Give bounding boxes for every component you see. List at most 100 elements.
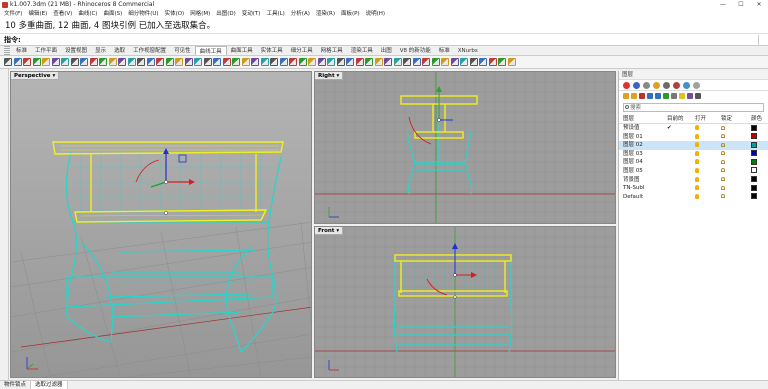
cap-icon[interactable]	[241, 58, 250, 66]
menu-edit[interactable]: 编辑(E)	[28, 10, 47, 19]
padlock-icon[interactable]	[721, 177, 725, 182]
menu-tools[interactable]: 工具(L)	[266, 10, 284, 19]
layer-row[interactable]: Default	[619, 193, 768, 202]
layer-current-check[interactable]	[663, 141, 691, 150]
patch-icon[interactable]	[194, 58, 202, 66]
layer-lock-cell[interactable]	[717, 167, 747, 176]
toolbar-tab-4[interactable]: 选取	[110, 46, 129, 55]
color-swatch[interactable]	[751, 158, 757, 165]
menu-curve[interactable]: 曲线(C)	[78, 10, 97, 19]
move-up-icon[interactable]	[647, 93, 653, 99]
osnap-tab[interactable]: 物件锁点	[0, 381, 32, 389]
select-icon[interactable]	[469, 58, 478, 66]
help-icon[interactable]	[653, 81, 660, 89]
layer-lock-cell[interactable]	[717, 158, 747, 167]
viewport-right[interactable]: Right ▾	[314, 71, 616, 224]
delete-layer-icon[interactable]	[639, 93, 645, 99]
snap-icon[interactable]	[355, 58, 364, 66]
menu-mesh[interactable]: 网格(M)	[190, 10, 210, 19]
lightbulb-icon[interactable]	[695, 167, 699, 173]
lightbulb-icon[interactable]	[695, 185, 699, 191]
layers-icon[interactable]	[633, 81, 640, 89]
planar-icon[interactable]	[384, 58, 392, 66]
col-color[interactable]: 颜色	[747, 115, 768, 124]
osnap-icon[interactable]	[393, 58, 402, 66]
toolbar-tab-8[interactable]: 曲面工具	[227, 46, 257, 55]
layer-search-input[interactable]: 搜索	[623, 103, 764, 112]
padlock-icon[interactable]	[721, 151, 725, 156]
menu-render[interactable]: 渲染(R)	[316, 10, 335, 19]
dimension-icon[interactable]	[289, 58, 297, 66]
minimize-button[interactable]: —	[714, 0, 732, 10]
layer-color-cell[interactable]	[747, 141, 768, 150]
fillet-icon[interactable]	[61, 58, 69, 66]
layout-icon[interactable]	[298, 58, 307, 66]
fillet-edge-icon[interactable]	[251, 58, 259, 66]
arc-icon[interactable]	[42, 58, 50, 66]
toolbar-tab-5[interactable]: 工作视窗配置	[129, 46, 170, 55]
lightbulb-icon[interactable]	[695, 193, 699, 199]
menu-view[interactable]: 查看(V)	[53, 10, 72, 19]
padlock-icon[interactable]	[721, 159, 725, 164]
layer-settings-icon[interactable]	[671, 93, 677, 99]
offset-icon[interactable]	[70, 58, 79, 66]
material-icon[interactable]	[336, 58, 345, 66]
menu-transform[interactable]: 变动(T)	[242, 10, 261, 19]
layer-row[interactable]: 预设值 ✔	[619, 124, 768, 133]
layer-on-cell[interactable]	[691, 124, 717, 133]
lightbulb-icon[interactable]	[695, 176, 699, 182]
layer-current-check[interactable]	[663, 176, 691, 185]
layer-current-check[interactable]	[663, 133, 691, 142]
layer-name[interactable]: 图层 02	[619, 141, 663, 150]
toolbar-tab-15[interactable]: 标准	[435, 46, 454, 55]
layer-on-cell[interactable]	[691, 150, 717, 159]
text-icon[interactable]	[279, 58, 288, 66]
viewport-title-perspective[interactable]: Perspective ▾	[11, 72, 60, 80]
lightbulb-icon[interactable]	[695, 125, 699, 130]
lightbulb-icon[interactable]	[695, 133, 699, 139]
menu-panels[interactable]: 面板(P)	[341, 10, 360, 19]
layer-name[interactable]: 图层 05	[619, 167, 663, 176]
layer-on-cell[interactable]	[691, 167, 717, 176]
revolve-icon[interactable]	[184, 58, 193, 66]
layer-current-check[interactable]	[663, 158, 691, 167]
split-icon[interactable]	[99, 58, 107, 66]
layer-on-cell[interactable]	[691, 184, 717, 193]
color-swatch[interactable]	[751, 167, 757, 174]
network-icon[interactable]	[203, 58, 212, 66]
loft-icon[interactable]	[156, 58, 164, 66]
rotate-icon[interactable]	[498, 58, 506, 66]
menu-subd[interactable]: 细分物件(U)	[128, 10, 158, 19]
toolbar-tab-11[interactable]: 网格工具	[317, 46, 347, 55]
layer-lock-cell[interactable]	[717, 124, 747, 133]
toolbar-tab-1[interactable]: 工作平面	[31, 46, 61, 55]
layer-name[interactable]: Default	[619, 193, 663, 202]
curve-icon[interactable]	[23, 58, 31, 66]
mesh-icon[interactable]	[260, 58, 269, 66]
col-lock[interactable]: 锁定	[717, 115, 747, 124]
layer-current-check[interactable]	[663, 184, 691, 193]
layer-color-cell[interactable]	[747, 133, 768, 142]
viewport-perspective[interactable]: Perspective ▾	[10, 71, 312, 378]
color-swatch[interactable]	[751, 124, 757, 131]
rectangle-icon[interactable]	[51, 58, 60, 66]
menu-solid[interactable]: 实体(O)	[165, 10, 185, 19]
layer-row[interactable]: TN-Subl	[619, 184, 768, 193]
layer-row[interactable]: 背景图	[619, 176, 768, 185]
layer-name[interactable]: 图层 01	[619, 133, 663, 142]
layer-lock-cell[interactable]	[717, 141, 747, 150]
layer-color-cell[interactable]	[747, 167, 768, 176]
menu-file[interactable]: 文件(F)	[4, 10, 22, 19]
command-scrollbar[interactable]	[758, 35, 765, 45]
camera-icon[interactable]	[317, 58, 326, 66]
project-icon[interactable]	[137, 58, 145, 66]
viewport-front[interactable]: Front ▾	[314, 226, 616, 378]
padlock-icon[interactable]	[721, 142, 725, 147]
col-on[interactable]: 打开	[691, 115, 717, 124]
layer-current-check[interactable]	[663, 193, 691, 202]
boolean-icon[interactable]	[222, 58, 231, 66]
toolbar-tab-13[interactable]: 出图	[377, 46, 396, 55]
layer-on-cell[interactable]	[691, 133, 717, 142]
viewport-title-front[interactable]: Front ▾	[315, 227, 344, 235]
toolbar-tab-14[interactable]: V8 的新功能	[396, 46, 435, 55]
